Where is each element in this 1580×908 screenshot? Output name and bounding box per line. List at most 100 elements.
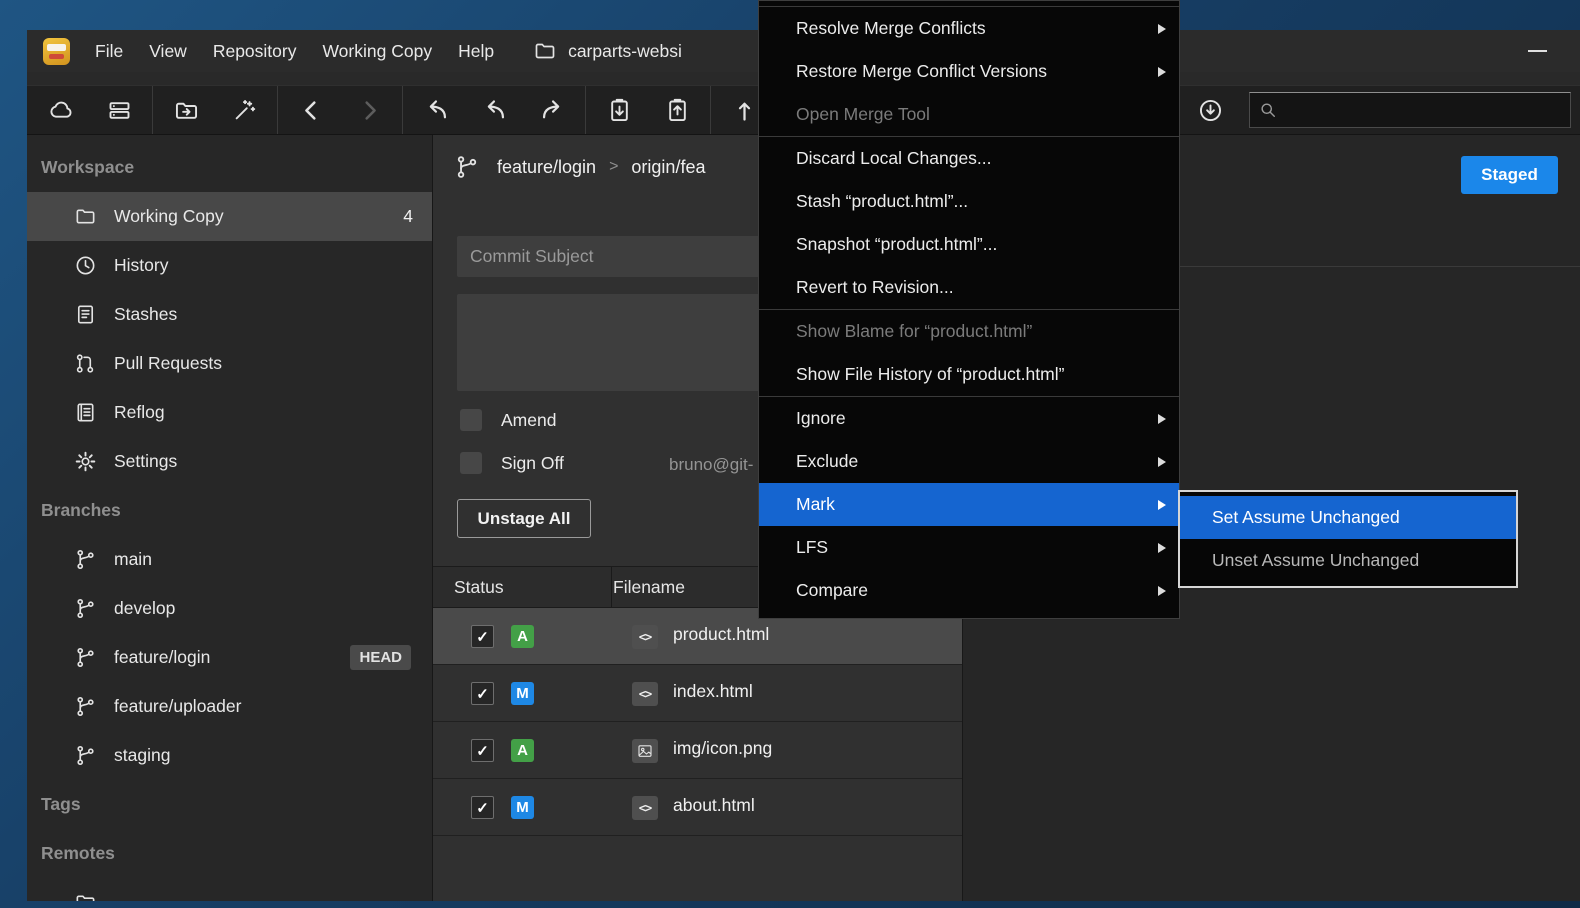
branch-label: main bbox=[114, 549, 152, 570]
unstash-button[interactable] bbox=[648, 88, 706, 132]
sidebar: Workspace Working Copy 4 History Stashes… bbox=[27, 135, 433, 901]
sidebar-branch-staging[interactable]: staging bbox=[27, 731, 432, 780]
chevron-left-icon bbox=[298, 97, 325, 124]
sidebar-item-pull-requests[interactable]: Pull Requests bbox=[27, 339, 432, 388]
cloud-icon bbox=[48, 97, 75, 124]
repo-breadcrumb[interactable]: carparts-websi bbox=[533, 39, 682, 63]
unstage-all-button[interactable]: Unstage All bbox=[457, 499, 591, 538]
search-icon bbox=[1258, 100, 1278, 120]
menu-item-label: Ignore bbox=[796, 408, 846, 429]
staged-button[interactable]: Staged bbox=[1461, 156, 1558, 194]
toolbar-separator bbox=[402, 86, 403, 134]
arrow-up-icon bbox=[731, 97, 758, 124]
menu-repository[interactable]: Repository bbox=[200, 30, 310, 72]
menu-item-mark[interactable]: Mark bbox=[759, 483, 1179, 526]
sidebar-branch-feature-login[interactable]: feature/login HEAD bbox=[27, 633, 432, 682]
menu-item-snapshot-product-html[interactable]: Snapshot “product.html”... bbox=[759, 223, 1179, 266]
file-row-img-icon-png[interactable]: ✓ A img/icon.png bbox=[433, 722, 962, 779]
menu-item-restore-merge-conflict-versions[interactable]: Restore Merge Conflict Versions bbox=[759, 50, 1179, 93]
menu-item-label: Stash “product.html”... bbox=[796, 191, 968, 212]
code-file-icon: <> bbox=[632, 796, 658, 820]
sidebar-item-working-copy[interactable]: Working Copy 4 bbox=[27, 192, 432, 241]
quick-actions-button[interactable] bbox=[215, 88, 273, 132]
code-file-icon: <> bbox=[632, 682, 658, 706]
search-input[interactable] bbox=[1285, 101, 1562, 119]
stash-button[interactable] bbox=[590, 88, 648, 132]
file-row-index-html[interactable]: ✓ M <> index.html bbox=[433, 665, 962, 722]
mark-submenu: Set Assume Unchanged Unset Assume Unchan… bbox=[1178, 490, 1518, 588]
sidebar-item-history[interactable]: History bbox=[27, 241, 432, 290]
file-checkbox[interactable]: ✓ bbox=[471, 796, 494, 819]
journal-icon bbox=[74, 401, 97, 424]
discard-button[interactable] bbox=[407, 88, 465, 132]
open-repo-icon bbox=[173, 97, 200, 124]
menu-item-compare[interactable]: Compare bbox=[759, 569, 1179, 612]
redo-button[interactable] bbox=[523, 88, 581, 132]
sidebar-item-stashes[interactable]: Stashes bbox=[27, 290, 432, 339]
menu-item-unset-assume-unchanged[interactable]: Unset Assume Unchanged bbox=[1180, 539, 1516, 582]
sidebar-branch-develop[interactable]: develop bbox=[27, 584, 432, 633]
menu-help[interactable]: Help bbox=[445, 30, 507, 72]
menu-item-label: Show File History of “product.html” bbox=[796, 364, 1064, 385]
menu-item-ignore[interactable]: Ignore bbox=[759, 397, 1179, 440]
remote-branch-label: origin/fea bbox=[631, 157, 705, 178]
menu-file[interactable]: File bbox=[82, 30, 136, 72]
menu-item-label: Restore Merge Conflict Versions bbox=[796, 61, 1047, 82]
branch-icon bbox=[74, 646, 97, 669]
forward-button[interactable] bbox=[340, 88, 398, 132]
signoff-checkbox[interactable] bbox=[460, 452, 482, 474]
sidebar-branch-feature-uploader[interactable]: feature/uploader bbox=[27, 682, 432, 731]
minimize-icon bbox=[1528, 50, 1547, 52]
file-checkbox[interactable]: ✓ bbox=[471, 739, 494, 762]
submenu-arrow-icon bbox=[1158, 67, 1166, 77]
menu-item-set-assume-unchanged[interactable]: Set Assume Unchanged bbox=[1180, 496, 1516, 539]
branch-icon bbox=[74, 695, 97, 718]
minimize-button[interactable] bbox=[1516, 30, 1558, 72]
toolbar-separator bbox=[710, 86, 711, 134]
curved-arrow-left-icon bbox=[423, 97, 450, 124]
remote-button[interactable] bbox=[32, 88, 90, 132]
menu-item-revert-to-revision[interactable]: Revert to Revision... bbox=[759, 266, 1179, 309]
menu-item-label: LFS bbox=[796, 537, 828, 558]
branch-icon bbox=[74, 744, 97, 767]
context-menu: Resolve Merge Conflicts Restore Merge Co… bbox=[758, 0, 1180, 619]
menu-view[interactable]: View bbox=[136, 30, 200, 72]
open-repo-button[interactable] bbox=[157, 88, 215, 132]
file-row-about-html[interactable]: ✓ M <> about.html bbox=[433, 779, 962, 836]
amend-checkbox[interactable] bbox=[460, 409, 482, 431]
branch-label: develop bbox=[114, 598, 175, 619]
image-file-icon bbox=[632, 739, 658, 763]
download-button[interactable] bbox=[1181, 88, 1239, 132]
folder-icon bbox=[74, 891, 97, 901]
submenu-arrow-icon bbox=[1158, 414, 1166, 424]
submenu-arrow-icon bbox=[1158, 586, 1166, 596]
back-button[interactable] bbox=[282, 88, 340, 132]
search-box[interactable] bbox=[1249, 92, 1571, 128]
curved-arrow-left-icon bbox=[481, 97, 508, 124]
menu-item-stash-product-html[interactable]: Stash “product.html”... bbox=[759, 180, 1179, 223]
sidebar-remote-item[interactable] bbox=[27, 878, 432, 901]
file-checkbox[interactable]: ✓ bbox=[471, 682, 494, 705]
menu-item-show-file-history[interactable]: Show File History of “product.html” bbox=[759, 353, 1179, 396]
menu-item-label: Resolve Merge Conflicts bbox=[796, 18, 986, 39]
sidebar-item-settings[interactable]: Settings bbox=[27, 437, 432, 486]
committer-email: bruno@git- bbox=[669, 455, 753, 475]
notes-icon bbox=[74, 303, 97, 326]
status-badge-modified: M bbox=[511, 796, 534, 819]
clipboard-up-icon bbox=[664, 97, 691, 124]
hosting-button[interactable] bbox=[90, 88, 148, 132]
menu-working-copy[interactable]: Working Copy bbox=[309, 30, 445, 72]
undo-button[interactable] bbox=[465, 88, 523, 132]
amend-label: Amend bbox=[501, 410, 556, 431]
menu-item-exclude[interactable]: Exclude bbox=[759, 440, 1179, 483]
file-checkbox[interactable]: ✓ bbox=[471, 625, 494, 648]
sidebar-item-reflog[interactable]: Reflog bbox=[27, 388, 432, 437]
menu-item-label: Show Blame for “product.html” bbox=[796, 321, 1032, 342]
toolbar-separator bbox=[152, 86, 153, 134]
menu-item-lfs[interactable]: LFS bbox=[759, 526, 1179, 569]
sidebar-branch-main[interactable]: main bbox=[27, 535, 432, 584]
clipboard-down-icon bbox=[606, 97, 633, 124]
menu-item-resolve-merge-conflicts[interactable]: Resolve Merge Conflicts bbox=[759, 7, 1179, 50]
sidebar-item-label: History bbox=[114, 255, 168, 276]
menu-item-discard-local-changes[interactable]: Discard Local Changes... bbox=[759, 137, 1179, 180]
